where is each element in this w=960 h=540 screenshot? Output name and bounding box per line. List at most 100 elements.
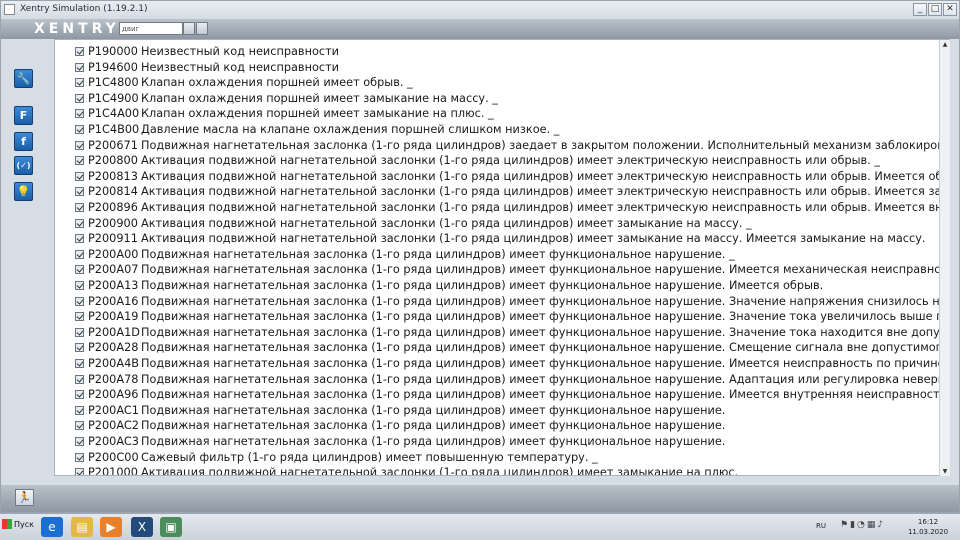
fault-description: Подвижная нагнетательная заслонка (1-го … — [141, 263, 950, 277]
row-checkbox[interactable] — [75, 93, 84, 103]
row-checkbox[interactable] — [75, 405, 84, 415]
fault-code-row[interactable]: P200813 Активация подвижной нагнетательно… — [75, 169, 949, 185]
row-checkbox[interactable] — [75, 281, 84, 290]
row-checkbox[interactable] — [75, 171, 84, 181]
row-checkbox[interactable] — [75, 327, 84, 337]
fault-code-list: P190000 Неизвестный код неисправности P194… — [54, 39, 950, 476]
exit-icon[interactable]: 🏃 — [15, 489, 34, 506]
fault-code-row[interactable]: P200814 Активация подвижной нагнетательно… — [75, 184, 949, 200]
fault-description: Подвижная нагнетательная заслонка (1-го … — [141, 357, 950, 370]
row-checkbox[interactable] — [75, 125, 84, 134]
fault-description: Клапан охлаждения поршней имеет обрыв. _ — [141, 76, 413, 90]
fault-code-row[interactable]: P200A19 Подвижная нагнетательная заслонка… — [75, 309, 949, 325]
title-bar[interactable]: Xentry Simulation (1.19.2.1) _ □ ✕ — [1, 1, 959, 20]
fault-code-row[interactable]: P200911 Активация подвижной нагнетательно… — [75, 231, 926, 247]
fault-code-row[interactable]: P1C4900 Клапан охлаждения поршней имеет з… — [75, 91, 498, 107]
row-checkbox[interactable] — [75, 187, 84, 197]
options-button[interactable] — [196, 22, 208, 35]
fault-code: P201000 — [88, 466, 138, 476]
folder-icon[interactable]: ▤ — [71, 517, 93, 537]
language-indicator[interactable]: RU — [816, 522, 826, 530]
fault-code-row[interactable]: P200A00 Подвижная нагнетательная заслонка… — [75, 247, 735, 263]
fault-code-row[interactable]: P200A4B Подвижная нагнетательная заслонка… — [75, 356, 950, 372]
row-checkbox[interactable] — [75, 390, 84, 400]
row-checkbox[interactable] — [75, 312, 84, 322]
fault-description: Подвижная нагнетательная заслонка (1-го … — [141, 419, 726, 433]
fault-code-row[interactable]: P200896 Активация подвижной нагнетательно… — [75, 200, 949, 216]
row-checkbox[interactable] — [75, 374, 84, 384]
fault-code-row[interactable]: P200671 Подвижная нагнетательная заслонка… — [75, 138, 949, 154]
fault-code: P1C4A00 — [88, 107, 140, 121]
fault-code-row[interactable]: P1C4B00 Давление масла на клапане охлажде… — [75, 122, 559, 138]
fault-code: P200814 — [88, 185, 138, 199]
fault-code: P200911 — [88, 232, 138, 246]
scroll-down-icon[interactable]: ▼ — [940, 467, 950, 476]
fault-description: Активация подвижной нагнетательной засло… — [141, 216, 752, 230]
ie-icon[interactable]: e — [41, 517, 63, 537]
fault-code-row[interactable]: P200A16 Подвижная нагнетательная заслонка… — [75, 294, 950, 310]
minimize-button[interactable]: _ — [913, 3, 927, 16]
fault-code-row[interactable]: P200A96 Подвижная нагнетательная заслонка… — [75, 387, 949, 403]
media-player-icon[interactable]: ▶ — [100, 517, 122, 537]
check-icon[interactable]: (✓) — [14, 156, 33, 175]
fault-code-row[interactable]: P200AC3 Подвижная нагнетательная заслонка… — [75, 434, 725, 450]
row-checkbox[interactable] — [75, 249, 84, 259]
row-checkbox[interactable] — [75, 452, 84, 462]
f-upper-icon[interactable]: F — [14, 106, 33, 125]
fault-code-row[interactable]: P200A07 Подвижная нагнетательная заслонка… — [75, 262, 950, 278]
scroll-up-icon[interactable]: ▲ — [940, 40, 950, 49]
fault-code-row[interactable]: P1C4800 Клапан охлаждения поршней имеет о… — [75, 75, 413, 91]
fault-code: P200671 — [88, 138, 138, 152]
row-checkbox[interactable] — [75, 343, 84, 353]
fault-code-row[interactable]: P201000 Активация подвижной нагнетательно… — [75, 465, 738, 476]
row-checkbox[interactable] — [75, 296, 84, 306]
clock-date: 11.03.2020 — [907, 528, 949, 536]
row-checkbox[interactable] — [75, 468, 84, 475]
row-checkbox[interactable] — [75, 47, 84, 56]
row-checkbox[interactable] — [75, 421, 84, 431]
fault-description: Неизвестный код неисправности — [141, 45, 340, 58]
fault-code-row[interactable]: P200AC1 Подвижная нагнетательная заслонка… — [75, 403, 725, 419]
row-checkbox[interactable] — [75, 359, 84, 368]
row-checkbox[interactable] — [75, 203, 84, 212]
row-checkbox[interactable] — [75, 156, 84, 166]
fault-code-row[interactable]: P200A13 Подвижная нагнетательная заслонка… — [75, 278, 823, 294]
fault-description: Подвижная нагнетательная заслонка (1-го … — [141, 294, 950, 308]
row-checkbox[interactable] — [75, 437, 84, 446]
row-checkbox[interactable] — [75, 265, 84, 275]
fault-description: Подвижная нагнетательная заслонка (1-го … — [141, 372, 950, 386]
fault-code-row[interactable]: P200AC2 Подвижная нагнетательная заслонка… — [75, 418, 725, 434]
row-checkbox[interactable] — [75, 218, 84, 228]
fault-code-row[interactable]: P200A1DПодвижная нагнетательная заслонка… — [75, 325, 949, 341]
fault-code-row[interactable]: P200A28 Подвижная нагнетательная заслонка… — [75, 340, 949, 356]
fault-code: P200A13 — [88, 279, 139, 292]
bulb-icon[interactable]: 💡 — [14, 182, 33, 201]
fault-code-row[interactable]: P200A78 Подвижная нагнетательная заслонка… — [75, 372, 950, 388]
fault-description: Подвижная нагнетательная заслонка (1-го … — [141, 403, 726, 417]
fault-code-row[interactable]: P200800 Активация подвижной нагнетательно… — [75, 153, 880, 169]
row-checkbox[interactable] — [75, 140, 84, 150]
fault-code-row[interactable]: P190000 Неизвестный код неисправности — [75, 44, 339, 60]
fault-code: P200900 — [88, 216, 138, 230]
tray-icons[interactable]: ⚑▮◔▦♪ — [840, 520, 885, 530]
fault-code-row[interactable]: P194600 Неизвестный код неисправности — [75, 60, 339, 76]
close-button[interactable]: ✕ — [943, 3, 957, 16]
fault-code: P1C4900 — [88, 91, 139, 105]
maximize-button[interactable]: □ — [928, 3, 942, 16]
search-input[interactable]: двиг — [119, 22, 183, 35]
fault-code-row[interactable]: P200900 Активация подвижной нагнетательно… — [75, 216, 752, 232]
xentry-taskbar-icon[interactable]: X — [131, 517, 153, 537]
fault-code-row[interactable]: P1C4A00 Клапан охлаждения поршней имеет з… — [75, 106, 494, 122]
fault-code-row[interactable]: P200C00 Сажевый фильтр (1-го ряда цилиндр… — [75, 450, 598, 466]
app-taskbar-icon[interactable]: ▣ — [160, 517, 182, 537]
f-lower-icon[interactable]: f — [14, 132, 33, 151]
search-button[interactable] — [183, 22, 195, 35]
start-button[interactable]: Пуск — [2, 519, 34, 529]
clock[interactable]: 16:12 11.03.2020 — [900, 517, 956, 537]
row-checkbox[interactable] — [75, 234, 84, 244]
row-checkbox[interactable] — [75, 78, 84, 88]
vertical-scrollbar[interactable]: ▲ ▼ — [939, 40, 950, 476]
wrench-icon[interactable]: 🔧 — [14, 69, 33, 88]
row-checkbox[interactable] — [75, 109, 84, 119]
row-checkbox[interactable] — [75, 62, 84, 72]
